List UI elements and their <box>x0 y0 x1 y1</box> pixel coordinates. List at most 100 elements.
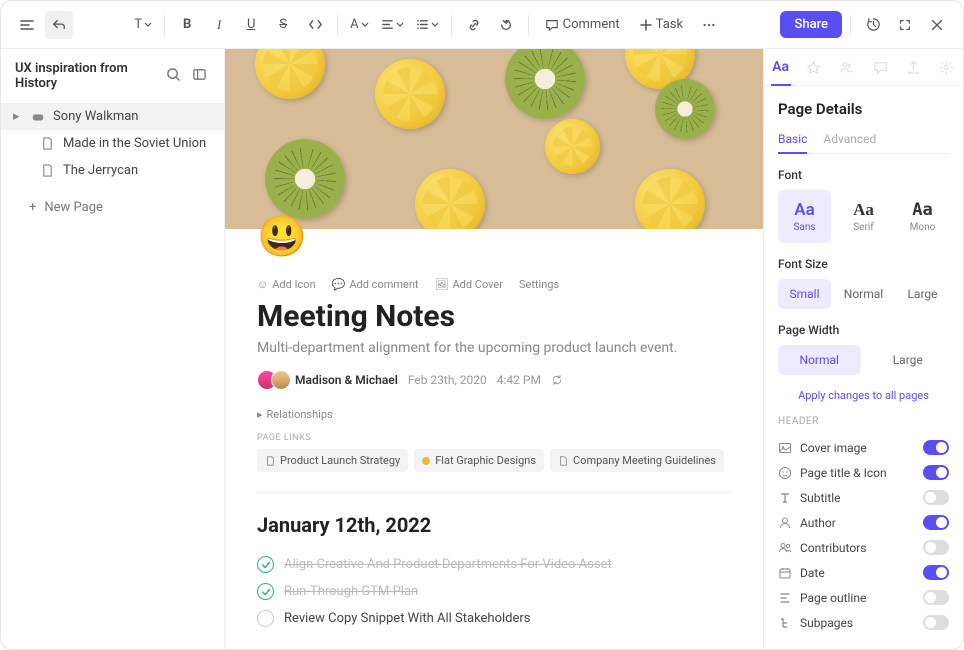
strikethrough-icon[interactable]: S <box>269 11 297 39</box>
font-sans[interactable]: AaSans <box>778 190 831 243</box>
plus-icon: + <box>29 200 36 215</box>
tab-effects[interactable] <box>797 49 830 85</box>
task-text: Align Creative And Product Departments F… <box>284 557 612 572</box>
cover-image[interactable] <box>225 49 763 229</box>
avatar <box>271 370 291 390</box>
font-mono[interactable]: AaMono <box>896 190 949 243</box>
add-icon-button[interactable]: ☺Add Icon <box>257 278 316 291</box>
share-button[interactable]: Share <box>780 11 842 38</box>
author-avatars <box>257 370 285 390</box>
sub-tab-advanced[interactable]: Advanced <box>823 132 876 153</box>
new-page-label: New Page <box>44 200 103 215</box>
panel-tabs: Aa <box>764 49 963 86</box>
tab-comments[interactable] <box>864 49 897 85</box>
toggle-switch[interactable] <box>923 615 949 630</box>
sidebar-item-soviet[interactable]: Made in the Soviet Union <box>1 130 224 157</box>
list-dropdown[interactable] <box>412 11 443 39</box>
bold-icon[interactable]: B <box>173 11 201 39</box>
task-button[interactable]: Task <box>632 11 691 39</box>
toggle-switch[interactable] <box>923 565 949 580</box>
code-icon[interactable] <box>301 11 329 39</box>
checkbox-checked-icon[interactable] <box>257 556 274 573</box>
toggle-switch[interactable] <box>923 465 949 480</box>
sidebar-header: UX inspiration from History <box>1 49 224 103</box>
tab-export[interactable] <box>897 49 930 85</box>
task-item[interactable]: Review Copy Snippet With All Stakeholder… <box>257 605 731 632</box>
toggle-switch[interactable] <box>923 440 949 455</box>
width-normal[interactable]: Normal <box>778 345 861 375</box>
menu-icon[interactable] <box>13 11 41 39</box>
text-color-dropdown[interactable]: A <box>346 11 372 39</box>
search-icon[interactable] <box>166 67 184 85</box>
person-icon <box>778 516 792 530</box>
expand-icon[interactable] <box>891 11 919 39</box>
text-style-dropdown[interactable]: T <box>130 11 156 39</box>
add-cover-button[interactable]: 🖼Add Cover <box>435 278 503 291</box>
task-text: Run-Through GTM Plan <box>284 584 418 599</box>
tab-people[interactable] <box>830 49 863 85</box>
close-icon[interactable] <box>923 11 951 39</box>
page-date: Feb 23th, 2020 <box>408 373 487 387</box>
link-icon[interactable] <box>460 11 488 39</box>
size-large[interactable]: Large <box>896 279 949 309</box>
revert-icon[interactable] <box>492 11 520 39</box>
size-normal[interactable]: Normal <box>837 279 890 309</box>
author-names: Madison & Michael <box>295 373 398 387</box>
tab-typography[interactable]: Aa <box>764 49 797 85</box>
font-options: AaSans AaSerif AaMono <box>778 190 949 243</box>
image-icon: 🖼 <box>435 278 449 291</box>
task-text: Review Copy Snippet With All Stakeholder… <box>284 611 531 626</box>
caret-icon: ▸ <box>13 109 23 124</box>
app-window: T B I U S A Comment Task Share UX inspir… <box>0 0 964 650</box>
history-icon[interactable] <box>859 11 887 39</box>
settings-link[interactable]: Settings <box>519 278 559 291</box>
workspace-title: UX inspiration from History <box>15 61 158 91</box>
back-icon[interactable] <box>45 11 73 39</box>
page-time: 4:42 PM <box>497 373 541 387</box>
add-comment-button[interactable]: 💬Add comment <box>332 278 419 291</box>
italic-icon[interactable]: I <box>205 11 233 39</box>
task-item[interactable]: Run-Through GTM Plan <box>257 578 731 605</box>
chip-product-launch[interactable]: Product Launch Strategy <box>257 449 408 472</box>
relationships-row[interactable]: ▸Relationships <box>257 404 731 425</box>
tab-settings[interactable] <box>930 49 963 85</box>
font-serif[interactable]: AaSerif <box>837 190 890 243</box>
toggle-switch[interactable] <box>923 490 949 505</box>
font-label: Font <box>778 168 949 182</box>
page-subtitle[interactable]: Multi-department alignment for the upcom… <box>257 340 731 356</box>
sidebar-item-walkman[interactable]: ▸ Sony Walkman <box>1 103 224 130</box>
author-row: Madison & Michael Feb 23th, 2020 4:42 PM <box>257 370 731 390</box>
panel-body: Page Details Basic Advanced Font AaSans … <box>764 86 963 649</box>
sub-tab-basic[interactable]: Basic <box>778 132 807 154</box>
checkbox-unchecked-icon[interactable] <box>257 610 274 627</box>
align-dropdown[interactable] <box>377 11 408 39</box>
underline-icon[interactable]: U <box>237 11 265 39</box>
toggle-author: Author <box>778 510 949 535</box>
sidebar: UX inspiration from History ▸ Sony Walkm… <box>1 49 225 649</box>
width-large[interactable]: Large <box>867 345 950 375</box>
chip-meeting-guidelines[interactable]: Company Meeting Guidelines <box>550 449 724 472</box>
panel-title: Page Details <box>778 100 949 118</box>
page-title[interactable]: Meeting Notes <box>257 299 731 334</box>
size-small[interactable]: Small <box>778 279 831 309</box>
chip-flat-graphic[interactable]: Flat Graphic Designs <box>414 449 544 472</box>
page-links-label: PAGE LINKS <box>257 433 731 443</box>
calendar-icon <box>778 566 792 580</box>
section-heading[interactable]: January 12th, 2022 <box>257 513 731 537</box>
page-emoji[interactable]: 😃 <box>257 213 731 260</box>
sidebar-item-jerrycan[interactable]: The Jerrycan <box>1 157 224 184</box>
panel-toggle-icon[interactable] <box>192 67 210 85</box>
comment-button[interactable]: Comment <box>537 11 628 39</box>
toggle-switch[interactable] <box>923 540 949 555</box>
header-section-label: HEADER <box>778 416 949 427</box>
toggle-switch[interactable] <box>923 515 949 530</box>
page-meta-actions: ☺Add Icon 💬Add comment 🖼Add Cover Settin… <box>257 278 731 291</box>
checkbox-checked-icon[interactable] <box>257 583 274 600</box>
task-item[interactable]: Align Creative And Product Departments F… <box>257 551 731 578</box>
toggle-contributors: Contributors <box>778 535 949 560</box>
new-page-button[interactable]: + New Page <box>1 190 224 225</box>
toggle-switch[interactable] <box>923 590 949 605</box>
more-icon[interactable] <box>695 11 723 39</box>
apply-all-link[interactable]: Apply changes to all pages <box>778 389 949 402</box>
toggle-outline: Page outline <box>778 585 949 610</box>
